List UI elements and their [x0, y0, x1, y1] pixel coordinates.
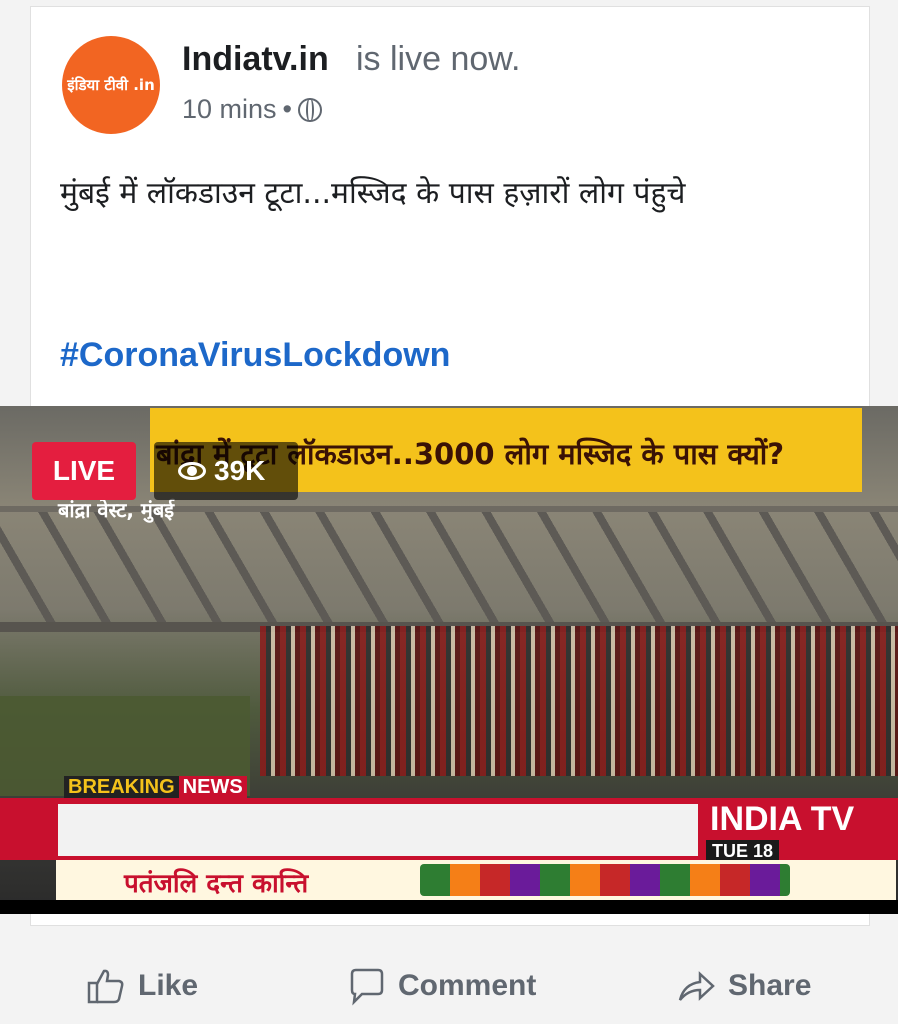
view-count-badge: 39K — [154, 442, 298, 500]
meta-separator: • — [282, 94, 292, 124]
video-location: बांद्रा वेस्ट, मुंबई — [58, 498, 175, 522]
post-time[interactable]: 10 mins — [182, 94, 277, 125]
globe-icon — [298, 97, 322, 122]
video-bottom-edge — [0, 900, 898, 914]
ad-products — [420, 864, 790, 896]
page-name[interactable]: Indiatv.in — [182, 40, 329, 79]
comment-label: Comment — [398, 969, 537, 1002]
breaking-news-label: BREAKING NEWS — [64, 776, 247, 800]
comment-button[interactable]: Comment — [346, 966, 536, 1006]
news-label: NEWS — [178, 776, 247, 800]
share-label: Share — [728, 969, 812, 1002]
live-status: is live now. — [356, 40, 521, 78]
channel-logo: INDIA TV — [710, 800, 855, 838]
hashtag-link[interactable]: #CoronaVirusLockdown — [60, 336, 450, 375]
live-video[interactable]: बांद्रा में टूटा लॉकडाउन..3000 लोग मस्जि… — [0, 406, 898, 914]
page-avatar[interactable]: इंडिया टीवी .in — [62, 36, 160, 134]
ticker-text-area — [58, 804, 698, 856]
like-label: Like — [138, 969, 199, 1002]
video-bridge — [0, 506, 898, 632]
post-actions: Like Comment Share — [0, 940, 898, 1024]
share-button[interactable]: Share — [676, 966, 811, 1006]
eye-icon — [178, 462, 206, 480]
comment-icon — [350, 968, 384, 1006]
breaking-label: BREAKING — [64, 776, 179, 800]
video-crowd — [260, 626, 898, 776]
view-count: 39K — [214, 455, 266, 486]
ad-text: पतंजलि दन्त कान्ति — [124, 869, 309, 899]
like-button[interactable]: Like — [86, 966, 198, 1006]
post-meta: 10 mins • — [182, 94, 322, 125]
avatar-logo-text: इंडिया टीवी .in — [67, 76, 155, 94]
thumbs-up-icon — [87, 969, 124, 1004]
share-icon — [678, 971, 715, 1001]
post-text: मुंबई में लॉकडाउन टूटा...मस्जिद के पास ह… — [60, 176, 686, 211]
live-badge: LIVE — [32, 442, 136, 500]
